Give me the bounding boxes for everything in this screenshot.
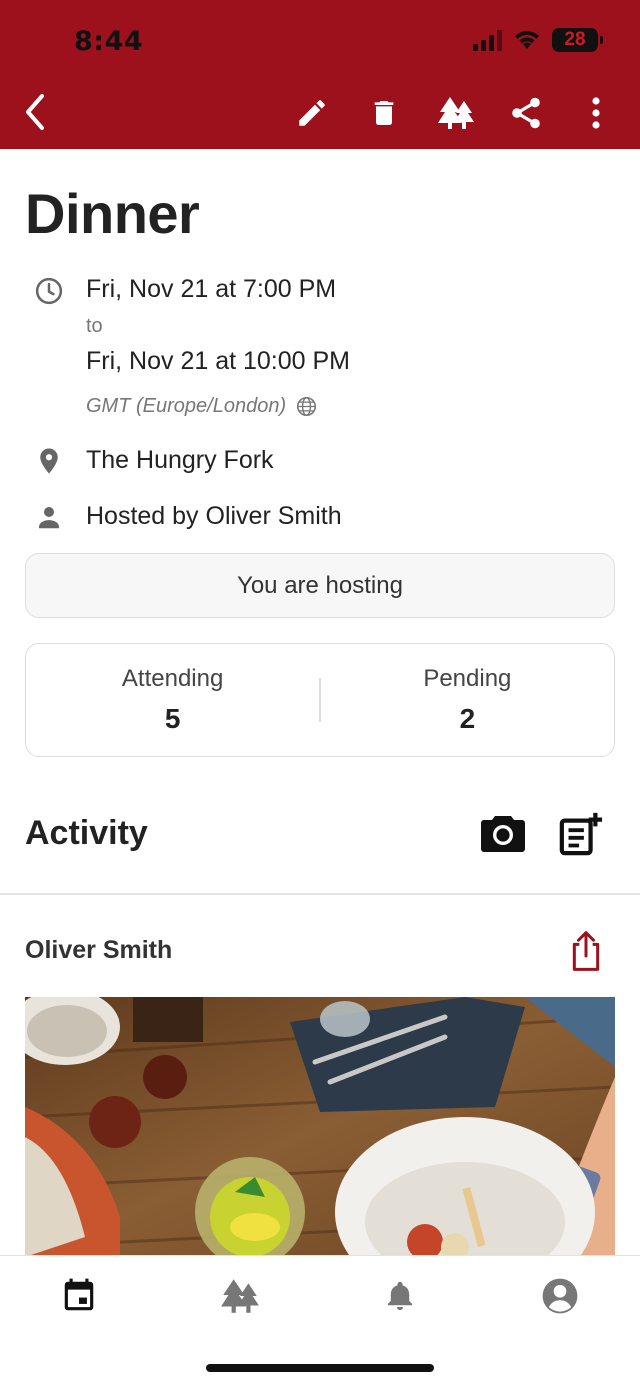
- status-icons: 28: [473, 28, 603, 52]
- trees-icon: [221, 1279, 259, 1313]
- event-end-time: Fri, Nov 21 at 10:00 PM: [86, 347, 351, 375]
- post-author[interactable]: Oliver Smith: [25, 936, 172, 965]
- add-post-button[interactable]: [556, 809, 606, 859]
- post-share-button[interactable]: [566, 929, 606, 973]
- time-range-separator: to: [86, 315, 103, 337]
- hosting-status-button[interactable]: You are hosting: [25, 553, 615, 618]
- cellular-signal-icon: [473, 29, 502, 51]
- pending-stat[interactable]: Pending 2: [321, 665, 614, 735]
- trees-icon: [438, 97, 474, 129]
- pending-count: 2: [459, 703, 476, 734]
- tab-groups[interactable]: [218, 1274, 262, 1318]
- more-options-button[interactable]: [576, 93, 616, 133]
- event-host: Hosted by Oliver Smith: [86, 502, 342, 530]
- camera-icon: [481, 816, 525, 852]
- delete-button[interactable]: [364, 93, 404, 133]
- clock-icon: [35, 277, 63, 305]
- activity-heading: Activity: [25, 814, 148, 852]
- tab-calendar[interactable]: [57, 1274, 101, 1318]
- rsvp-stats: Attending 5 Pending 2: [25, 643, 615, 757]
- tab-profile[interactable]: [538, 1274, 582, 1318]
- share-button[interactable]: [506, 93, 546, 133]
- attending-stat[interactable]: Attending 5: [26, 665, 319, 735]
- chevron-left-icon: [26, 94, 44, 130]
- bell-icon: [387, 1281, 413, 1311]
- tab-notifications[interactable]: [378, 1274, 422, 1318]
- hosting-status-label: You are hosting: [237, 571, 403, 599]
- attending-label: Attending: [121, 665, 224, 692]
- more-vertical-icon: [592, 97, 600, 129]
- share-icon: [512, 97, 540, 129]
- timezone-label: GMT (Europe/London): [86, 395, 287, 417]
- page-title: Dinner: [25, 182, 200, 245]
- add-photo-button[interactable]: [478, 809, 528, 859]
- trash-icon: [374, 101, 394, 125]
- status-time: 8:44: [74, 26, 144, 57]
- calendar-icon: [64, 1278, 94, 1311]
- pending-label: Pending: [423, 665, 512, 692]
- home-indicator: [206, 1364, 434, 1372]
- groups-button[interactable]: [436, 93, 476, 133]
- attending-count: 5: [164, 703, 181, 734]
- profile-icon: [542, 1278, 578, 1314]
- post-photo[interactable]: [25, 997, 615, 1257]
- event-start-time: Fri, Nov 21 at 7:00 PM: [86, 275, 337, 303]
- person-icon: [39, 507, 59, 529]
- timezone-row[interactable]: GMT (Europe/London): [86, 395, 317, 418]
- section-divider: [0, 893, 640, 895]
- dinner-table-photo: [25, 997, 615, 1257]
- wifi-icon: [515, 31, 539, 49]
- location-pin-icon: [40, 448, 58, 474]
- bottom-tab-bar: [0, 1255, 640, 1385]
- globe-icon: [297, 396, 317, 417]
- battery-indicator: 28: [552, 28, 603, 52]
- top-app-bar: 8:44 28: [0, 0, 640, 149]
- share-upload-icon: [572, 931, 600, 971]
- pencil-icon: [299, 100, 325, 126]
- back-button[interactable]: [18, 92, 54, 132]
- edit-button[interactable]: [292, 93, 332, 133]
- event-location[interactable]: The Hungry Fork: [86, 446, 274, 475]
- add-post-icon: [559, 812, 603, 856]
